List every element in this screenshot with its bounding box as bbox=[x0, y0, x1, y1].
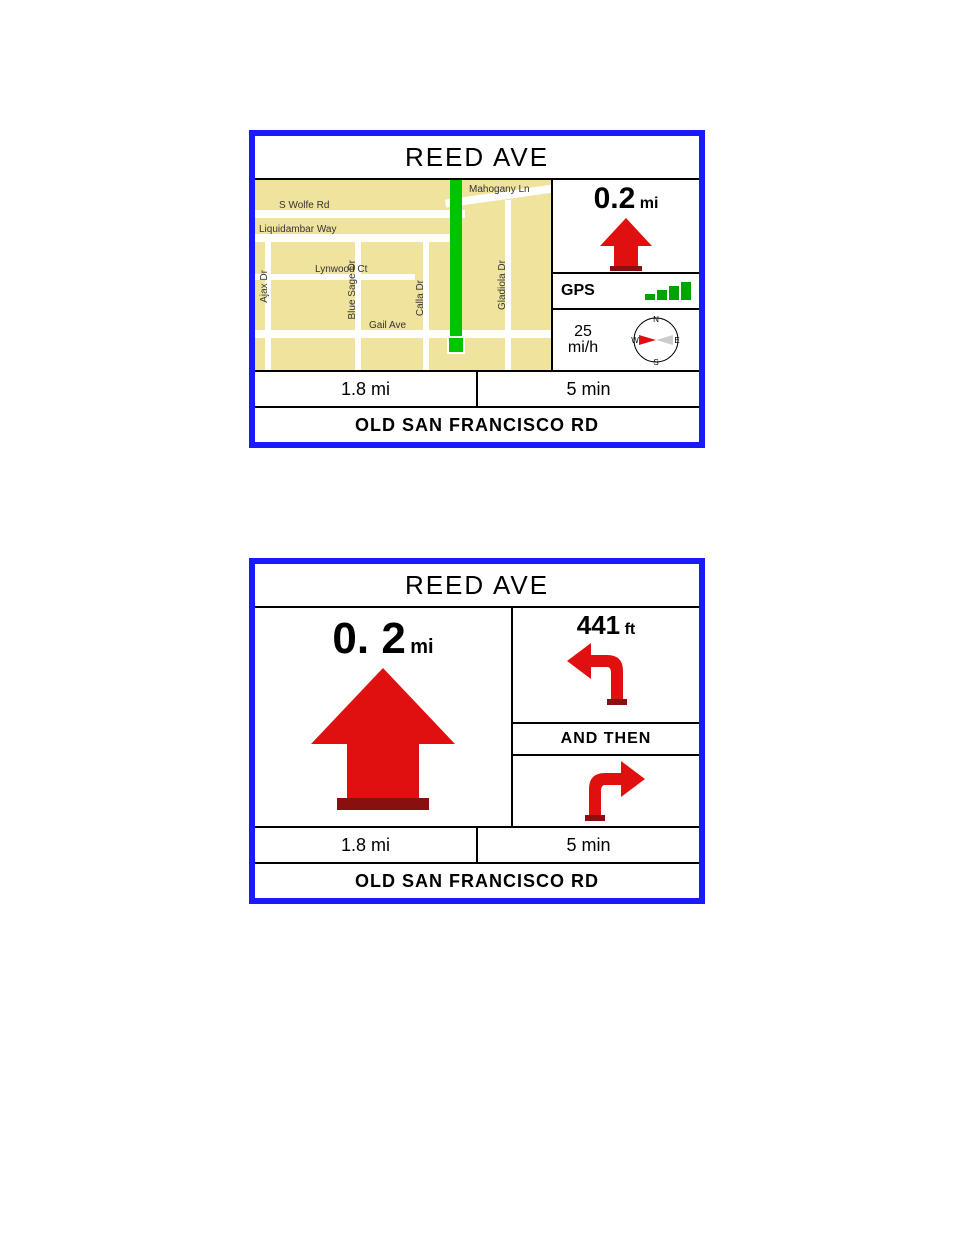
next-street-title: REED AVE bbox=[255, 136, 699, 180]
current-road: OLD SAN FRANCISCO RD bbox=[255, 406, 699, 442]
arrow-straight-icon bbox=[303, 664, 463, 814]
time-remaining: 5 min bbox=[478, 828, 699, 862]
next-turn-panel: 441 ft bbox=[513, 608, 699, 724]
road-label: Mahogany Ln bbox=[469, 184, 530, 195]
distance-to-turn-panel: 0.2 mi bbox=[553, 180, 699, 274]
distance-unit: mi bbox=[410, 636, 433, 658]
next-distance-value: 441 bbox=[577, 610, 620, 640]
speed-unit: mi/h bbox=[553, 340, 613, 356]
total-distance: 1.8 mi bbox=[255, 372, 478, 406]
arrow-turn-left-icon bbox=[563, 641, 649, 707]
next-distance-unit: ft bbox=[625, 621, 636, 638]
road-label: Lynwood Ct bbox=[315, 264, 367, 275]
road-label: Gail Ave bbox=[369, 320, 406, 331]
speed-value: 25 bbox=[553, 324, 613, 340]
svg-text:W: W bbox=[631, 336, 639, 345]
road-label: Ajax Dr bbox=[259, 270, 270, 303]
signal-bars-icon bbox=[645, 282, 691, 300]
speed-compass-panel: 25 mi/h N E S W bbox=[553, 310, 699, 370]
road-label: Blue Sage Dr bbox=[347, 260, 358, 319]
svg-text:E: E bbox=[674, 336, 679, 345]
trip-stats-row: 1.8 mi 5 min bbox=[255, 370, 699, 406]
main-direction-panel: 0. 2 mi bbox=[255, 608, 513, 826]
time-remaining: 5 min bbox=[478, 372, 699, 406]
total-distance: 1.8 mi bbox=[255, 828, 478, 862]
gps-signal-panel: GPS bbox=[553, 274, 699, 310]
gps-screen-map-view: REED AVE S Wolfe Rd Liquidambar Way Lynw… bbox=[249, 130, 705, 448]
road-label: Liquidambar Way bbox=[259, 224, 336, 235]
map-area[interactable]: S Wolfe Rd Liquidambar Way Lynwood Ct Ga… bbox=[255, 180, 553, 370]
svg-text:S: S bbox=[653, 358, 658, 367]
road-label: Gladiola Dr bbox=[497, 260, 508, 310]
arrow-straight-icon bbox=[596, 216, 656, 272]
trip-stats-row: 1.8 mi 5 min bbox=[255, 826, 699, 862]
gps-screen-turn-view: REED AVE 0. 2 mi 441 ft bbox=[249, 558, 705, 904]
then-turn-panel bbox=[513, 756, 699, 826]
and-then-label: AND THEN bbox=[513, 724, 699, 756]
road-label: Calla Dr bbox=[415, 280, 426, 316]
road-label: S Wolfe Rd bbox=[279, 200, 329, 211]
compass-icon: N E S W bbox=[627, 311, 685, 369]
distance-value: 0. 2 bbox=[332, 614, 405, 663]
current-road: OLD SAN FRANCISCO RD bbox=[255, 862, 699, 898]
next-street-title: REED AVE bbox=[255, 564, 699, 608]
distance-value: 0.2 bbox=[594, 182, 636, 215]
gps-label: GPS bbox=[561, 282, 595, 300]
arrow-turn-right-icon bbox=[563, 761, 649, 821]
svg-text:N: N bbox=[653, 315, 659, 324]
current-position-marker bbox=[447, 336, 465, 354]
distance-unit: mi bbox=[640, 195, 659, 212]
